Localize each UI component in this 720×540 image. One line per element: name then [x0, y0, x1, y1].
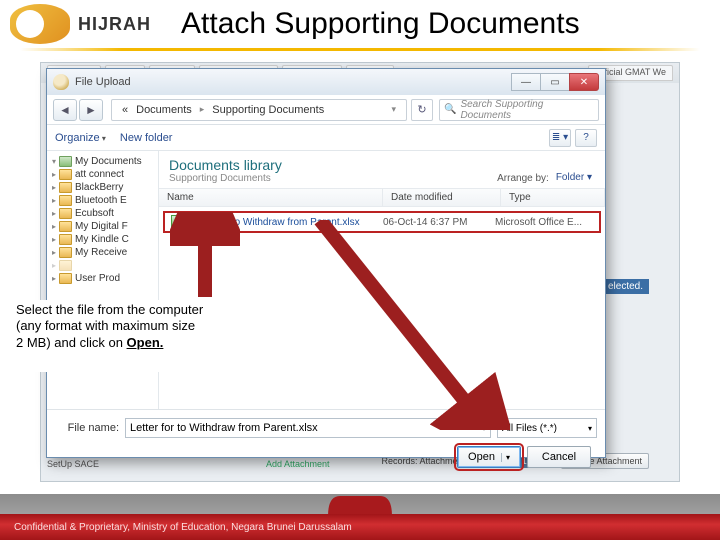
slide-header: HIJRAH Attach Supporting Documents	[0, 0, 720, 48]
search-input[interactable]: 🔍 Search Supporting Documents	[439, 99, 599, 121]
breadcrumb-item[interactable]: Documents	[136, 104, 192, 116]
folder-icon	[59, 195, 72, 206]
col-name[interactable]: Name	[159, 189, 383, 206]
folder-icon	[59, 247, 72, 258]
maximize-button[interactable]: ▭	[540, 73, 570, 91]
tree-item: ▸User Prod	[49, 272, 156, 285]
breadcrumb-root: «	[122, 104, 128, 116]
title-underline	[20, 48, 700, 51]
hijrah-logo	[10, 4, 70, 44]
dialog-toolbar: Organize New folder ≣ ▾ ?	[47, 125, 605, 151]
dialog-title: File Upload	[75, 76, 131, 88]
folder-icon	[59, 169, 72, 180]
breadcrumb[interactable]: « Documents ▸ Supporting Documents ▾	[111, 99, 407, 121]
chevron-right-icon: ▸	[200, 104, 205, 115]
tree-item: ▸My Kindle C	[49, 233, 156, 246]
firefox-icon	[53, 74, 69, 90]
dialog-footer: File name: Letter for to Withdraw from P…	[47, 409, 605, 476]
file-type-filter[interactable]: All Files (*.*)▾	[497, 418, 597, 438]
organize-menu[interactable]: Organize	[55, 132, 106, 144]
new-folder-button[interactable]: New folder	[120, 132, 173, 144]
search-icon: 🔍	[444, 104, 456, 115]
minimize-button[interactable]: —	[511, 73, 541, 91]
library-title: Documents library	[169, 157, 282, 173]
tree-item: ▸Ecubsoft	[49, 207, 156, 220]
tree-item: ▸att connect	[49, 168, 156, 181]
arrange-by[interactable]: Arrange by: Folder ▾	[497, 157, 595, 184]
page-title: Attach Supporting Documents	[181, 7, 580, 41]
file-name: Letter for to Withdraw from Parent.xlsx	[189, 217, 383, 228]
tree-item: ▸BlackBerry	[49, 181, 156, 194]
arrange-value[interactable]: Folder ▾	[553, 171, 595, 184]
refresh-button[interactable]: ↻	[411, 99, 433, 121]
footer-notch	[328, 496, 392, 516]
cancel-button[interactable]: Cancel	[527, 446, 591, 468]
col-date[interactable]: Date modified	[383, 189, 501, 206]
dialog-titlebar[interactable]: File Upload — ▭ ✕	[47, 69, 605, 95]
dialog-nav: ◄ ► « Documents ▸ Supporting Documents ▾…	[47, 95, 605, 125]
chevron-down-icon: ▾	[391, 104, 396, 115]
library-subtitle: Supporting Documents	[169, 173, 282, 184]
close-button[interactable]: ✕	[569, 73, 599, 91]
folder-icon	[59, 221, 72, 232]
grid-selection-hint: elected.	[602, 279, 649, 294]
tree-item: ▸My Receive	[49, 246, 156, 259]
tree-item: ▸My Digital F	[49, 220, 156, 233]
instruction-callout: Select the file from the computer (any f…	[14, 300, 274, 372]
tree-item: ▸Bluetooth E	[49, 194, 156, 207]
folder-icon	[59, 273, 72, 284]
breadcrumb-item[interactable]: Supporting Documents	[212, 104, 324, 116]
file-type: Microsoft Office E...	[495, 217, 593, 228]
file-date: 06-Oct-14 6:37 PM	[383, 217, 495, 228]
col-type[interactable]: Type	[501, 189, 605, 206]
folder-icon	[59, 208, 72, 219]
tree-item: ▸	[49, 259, 156, 272]
filename-input[interactable]: Letter for to Withdraw from Parent.xlsx▾	[125, 418, 491, 438]
back-button[interactable]: ◄	[53, 99, 77, 121]
search-placeholder: Search Supporting Documents	[460, 99, 594, 121]
file-row-selected[interactable]: X Letter for to Withdraw from Parent.xls…	[163, 211, 601, 233]
footer-text: Confidential & Proprietary, Ministry of …	[14, 522, 352, 533]
help-button[interactable]: ?	[575, 129, 597, 147]
column-headers[interactable]: Name Date modified Type	[159, 188, 605, 207]
folder-icon	[59, 234, 72, 245]
filename-label: File name:	[55, 422, 119, 434]
brand-name: HIJRAH	[78, 14, 151, 35]
xlsx-icon: X	[171, 215, 185, 229]
open-button[interactable]: Open▾	[457, 446, 521, 468]
footer-bar: Confidential & Proprietary, Ministry of …	[0, 514, 720, 540]
tree-item: ▾My Documents	[49, 155, 156, 168]
folder-icon	[59, 156, 72, 167]
folder-icon	[59, 182, 72, 193]
forward-button[interactable]: ►	[79, 99, 103, 121]
view-options-button[interactable]: ≣ ▾	[549, 129, 571, 147]
folder-icon	[59, 260, 72, 271]
file-upload-dialog: File Upload — ▭ ✕ ◄ ► « Documents ▸ Supp…	[46, 68, 606, 458]
